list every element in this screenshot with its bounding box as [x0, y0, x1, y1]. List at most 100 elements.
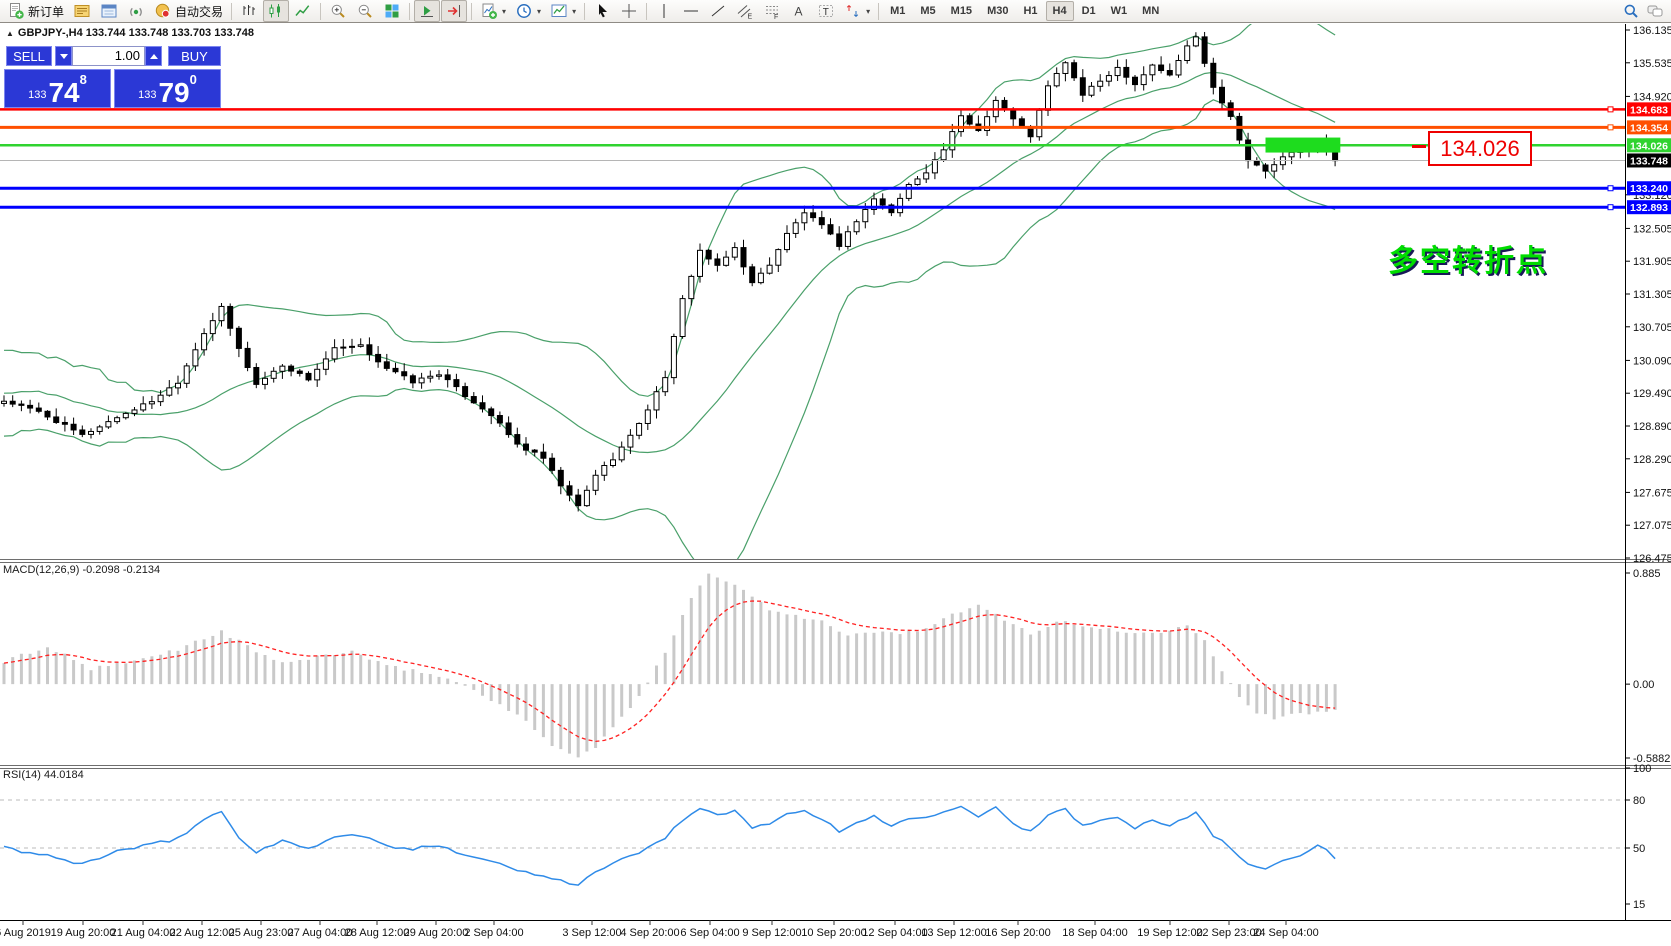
- timeframe-D1[interactable]: D1: [1075, 1, 1103, 21]
- arrows-button[interactable]: ▾: [840, 0, 874, 22]
- auto-trading-button[interactable]: 自动交易: [150, 0, 227, 22]
- indicators-button[interactable]: ▾: [476, 0, 510, 22]
- symbol-header: ▲ GBPJPY-,H4 133.744 133.748 133.703 133…: [6, 27, 254, 39]
- indicators-dropdown-caret[interactable]: ▾: [502, 7, 506, 16]
- chart-canvas[interactable]: 136.135135.535134.920133.120132.505131.9…: [0, 0, 1671, 946]
- time-label: 28 Aug 12:00: [345, 927, 410, 939]
- timeframe-H1[interactable]: H1: [1016, 1, 1044, 21]
- svg-text:F: F: [774, 14, 778, 20]
- timeframe-W1[interactable]: W1: [1104, 1, 1135, 21]
- svg-text:133.240: 133.240: [1630, 183, 1668, 195]
- svg-text:E: E: [748, 14, 753, 21]
- trendline-icon: [709, 2, 727, 20]
- auto-trading-label: 自动交易: [175, 3, 223, 20]
- templates-button[interactable]: ▾: [546, 0, 580, 22]
- time-label: 18 Sep 04:00: [1062, 927, 1127, 939]
- templates-icon: [550, 2, 568, 20]
- timeframe-M30[interactable]: M30: [980, 1, 1015, 21]
- timeframe-MN[interactable]: MN: [1135, 1, 1166, 21]
- signals-icon: [127, 2, 145, 20]
- horizontal-line-button[interactable]: [678, 0, 704, 22]
- price-tick-127.675: 127.675: [1633, 487, 1671, 499]
- arrows-icon: [844, 2, 862, 20]
- time-label: 22 Aug 12:00: [170, 927, 235, 939]
- crosshair-button[interactable]: [616, 0, 642, 22]
- chart-shift-button[interactable]: [441, 0, 467, 22]
- tile-windows-button[interactable]: [379, 0, 405, 22]
- price-tick-127.075: 127.075: [1633, 520, 1671, 532]
- cursor-button[interactable]: [589, 0, 615, 22]
- volume-increase-button[interactable]: [145, 46, 162, 66]
- text-label-button[interactable]: T: [813, 0, 839, 22]
- candlestick-chart-button[interactable]: [263, 0, 289, 22]
- equidistant-channel-button[interactable]: E: [732, 0, 758, 22]
- hline-handle[interactable]: [1608, 125, 1613, 130]
- toolbar-separator: [320, 3, 321, 20]
- zoom-out-button[interactable]: [352, 0, 378, 22]
- highlight-zone[interactable]: [1266, 138, 1341, 153]
- buy-price-big: 79: [158, 82, 189, 104]
- svg-text:134.683: 134.683: [1630, 104, 1668, 116]
- macd-tick-0.885: 0.885: [1633, 568, 1661, 580]
- line-chart-button[interactable]: [290, 0, 316, 22]
- turning-point-annotation[interactable]: 多空转折点: [1388, 236, 1548, 280]
- svg-text:A: A: [795, 5, 803, 19]
- fibonacci-button[interactable]: F: [759, 0, 785, 22]
- price-tick-134.920: 134.920: [1633, 91, 1671, 103]
- hline-handle[interactable]: [1608, 107, 1613, 112]
- svg-text:134.026: 134.026: [1630, 140, 1668, 152]
- time-label: 12 Sep 04:00: [862, 927, 927, 939]
- periods-dropdown-caret[interactable]: ▾: [537, 7, 541, 16]
- fibonacci-icon: F: [763, 2, 781, 20]
- sell-button[interactable]: SELL: [6, 46, 52, 66]
- new-order-button[interactable]: 新订单: [3, 0, 68, 22]
- price-tick-128.290: 128.290: [1633, 454, 1671, 466]
- price-tick-135.535: 135.535: [1633, 58, 1671, 70]
- chart-shift-icon: [445, 2, 463, 20]
- text-button[interactable]: A: [786, 0, 812, 22]
- svg-text:133.748: 133.748: [1630, 155, 1668, 167]
- sell-price-box[interactable]: 133 74 8: [4, 69, 111, 108]
- zoom-out-icon: [356, 2, 374, 20]
- toolbar-right: [1622, 2, 1668, 20]
- zoom-in-button[interactable]: [325, 0, 351, 22]
- bar-chart-button[interactable]: [236, 0, 262, 22]
- hline-handle[interactable]: [1608, 205, 1613, 210]
- buy-price-box[interactable]: 133 79 0: [114, 69, 221, 108]
- market-watch-icon: [73, 2, 91, 20]
- price-tick-131.905: 131.905: [1633, 256, 1671, 268]
- timeframe-M5[interactable]: M5: [913, 1, 942, 21]
- vertical-line-button[interactable]: [651, 0, 677, 22]
- svg-text:132.893: 132.893: [1630, 202, 1668, 214]
- price-tick-126.475: 126.475: [1633, 553, 1671, 565]
- search-icon[interactable]: [1622, 2, 1640, 20]
- periods-button[interactable]: ▾: [511, 0, 545, 22]
- price-annotation-label[interactable]: 134.026: [1428, 131, 1532, 166]
- trendline-button[interactable]: [705, 0, 731, 22]
- arrows-dropdown-caret[interactable]: ▾: [866, 7, 870, 16]
- timeframe-M15[interactable]: M15: [944, 1, 979, 21]
- price-tick-136.135: 136.135: [1633, 25, 1671, 37]
- time-label: 10 Sep 20:00: [801, 927, 866, 939]
- sell-price-big: 74: [48, 82, 79, 104]
- svg-text:134.354: 134.354: [1630, 122, 1668, 134]
- toolbar-separator: [646, 3, 647, 20]
- signals-button[interactable]: [123, 0, 149, 22]
- timeframe-H4[interactable]: H4: [1046, 1, 1074, 21]
- buy-button[interactable]: BUY: [168, 46, 221, 66]
- volume-input[interactable]: 1.00: [72, 46, 145, 66]
- timeframe-M1[interactable]: M1: [883, 1, 912, 21]
- market-watch-button[interactable]: [69, 0, 95, 22]
- volume-decrease-button[interactable]: [55, 46, 72, 66]
- time-label: 16 Sep 20:00: [985, 927, 1050, 939]
- crosshair-icon: [620, 2, 638, 20]
- auto-scroll-button[interactable]: [414, 0, 440, 22]
- data-window-button[interactable]: [96, 0, 122, 22]
- macd-tick-0.00: 0.00: [1633, 679, 1654, 691]
- line-chart-icon: [294, 2, 312, 20]
- time-label: 13 Sep 12:00: [921, 927, 986, 939]
- hline-handle[interactable]: [1608, 186, 1613, 191]
- collapse-triangle-icon[interactable]: ▲: [6, 29, 14, 38]
- templates-dropdown-caret[interactable]: ▾: [572, 7, 576, 16]
- chat-icon[interactable]: [1646, 2, 1664, 20]
